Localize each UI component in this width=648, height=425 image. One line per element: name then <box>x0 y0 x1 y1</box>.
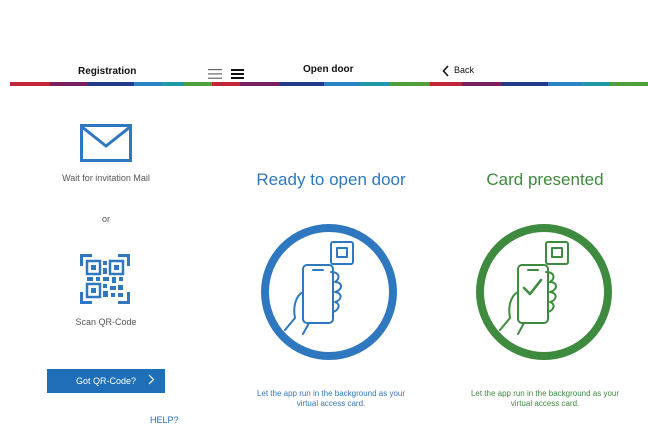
brand-strip-left <box>10 82 212 86</box>
open-door-footnote-line2: virtual access card. <box>296 399 366 408</box>
help-link[interactable]: HELP? <box>150 415 179 425</box>
registration-title: Registration <box>78 66 137 77</box>
wait-invitation-text: Wait for invitation Mail <box>62 173 150 183</box>
scan-qr-text: Scan QR-Code <box>75 317 137 327</box>
phone-card-icon <box>259 222 399 362</box>
mail-icon <box>80 124 132 162</box>
got-qr-code-button[interactable]: Got QR-Code? <box>47 369 165 393</box>
back-button[interactable]: Back <box>442 64 475 77</box>
card-presented-footnote-line1: Let the app run in the background as you… <box>470 389 620 398</box>
chevron-right-icon <box>148 374 155 388</box>
chevron-left-icon <box>442 64 450 77</box>
qr-code-icon[interactable] <box>80 254 130 304</box>
ready-status-title: Ready to open door <box>256 170 406 189</box>
menu-icon[interactable] <box>208 66 222 79</box>
phone-card-check-icon <box>474 222 614 362</box>
open-door-footnote-line1: Let the app run in the background as you… <box>256 389 406 398</box>
card-presented-title: Card presented <box>486 170 604 189</box>
brand-strip-middle <box>212 82 430 86</box>
open-door-title: Open door <box>303 64 354 75</box>
back-label: Back <box>454 65 475 75</box>
got-qr-code-label: Got QR-Code? <box>75 376 137 386</box>
or-text: or <box>101 214 110 224</box>
brand-strip-right <box>430 82 648 86</box>
menu-icon-bold[interactable] <box>231 66 244 79</box>
card-presented-footnote-line2: virtual access card. <box>510 399 580 408</box>
